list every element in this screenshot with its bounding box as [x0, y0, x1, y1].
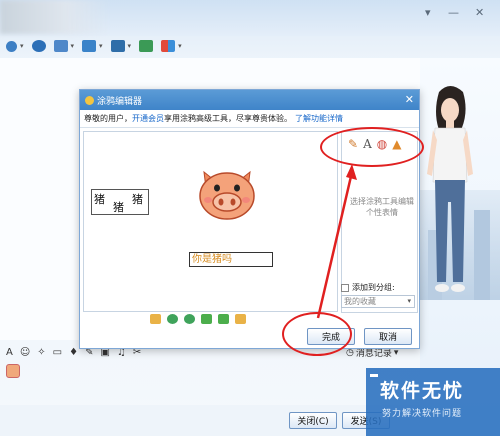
pig-emoji-in-input[interactable]: [6, 364, 20, 378]
vip-info-bar: 尊敬的用户， 开通会员 享用涂鸦高级工具，尽享尊贵体验。 了解功能详情: [80, 110, 419, 128]
clock-icon: ◷: [346, 347, 354, 358]
info-prefix: 尊敬的用户，: [84, 114, 132, 123]
tool-hint: 选择涂鸦工具编辑个性表情: [350, 197, 414, 217]
zhu-char-1: 猪: [94, 193, 105, 206]
annotation-circle-tools: [320, 127, 424, 167]
cancel-button[interactable]: 取消: [364, 328, 412, 345]
font-icon[interactable]: A: [6, 347, 13, 358]
watermark-logo: 软件无忧 努力解决软件问题: [366, 368, 500, 436]
create-group-icon[interactable]: [139, 40, 154, 52]
emoji-icon[interactable]: ☺: [20, 347, 30, 358]
chevron-down-icon[interactable]: ▾: [99, 42, 103, 50]
info-middle: 享用涂鸦高级工具，尽享尊贵体验。: [164, 114, 292, 123]
clear-icon[interactable]: [235, 314, 246, 324]
pig-face-sticker[interactable]: [196, 166, 258, 222]
blurred-contact-name: [0, 0, 110, 34]
chevron-down-icon[interactable]: ▾: [20, 42, 24, 50]
zhu-text-box[interactable]: 猪 猪 猪: [91, 189, 149, 215]
group-select-value: 我的收藏: [344, 297, 376, 306]
minimize-button[interactable]: —: [448, 6, 459, 19]
undo-icon[interactable]: [201, 314, 212, 324]
redo-icon[interactable]: [218, 314, 229, 324]
remote-desktop-icon[interactable]: [110, 40, 125, 52]
voice-icon[interactable]: ♦: [69, 347, 78, 358]
screen-share-icon[interactable]: [53, 40, 68, 52]
apps-icon[interactable]: [161, 40, 176, 52]
chevron-down-icon: ▾: [407, 297, 411, 305]
dialog-title: 涂鸦编辑器: [97, 96, 143, 107]
open-vip-link[interactable]: 开通会员: [132, 113, 164, 124]
file-transfer-icon[interactable]: [82, 40, 97, 52]
add-to-group-checkbox[interactable]: [341, 283, 349, 292]
profile-icon[interactable]: [6, 40, 17, 52]
zhu-char-2: 猪: [113, 201, 124, 214]
magic-icon[interactable]: ✧: [37, 347, 45, 358]
close-window-button[interactable]: ✕: [475, 6, 484, 19]
group-select[interactable]: 我的收藏 ▾: [341, 295, 415, 308]
zhu-char-3: 猪: [132, 193, 143, 206]
watermark-deco: [370, 374, 378, 377]
canvas-toolbar: [150, 312, 246, 326]
shake-icon[interactable]: ▭: [53, 347, 62, 358]
dialog-close-icon[interactable]: ✕: [405, 93, 414, 106]
doodle-canvas[interactable]: 猪 猪 猪 你是猪吗: [83, 131, 338, 312]
close-chat-button[interactable]: 关闭(C): [289, 412, 337, 429]
zoom-in-icon[interactable]: [167, 314, 178, 324]
chevron-down-icon[interactable]: ▾: [178, 42, 182, 50]
chevron-down-icon[interactable]: ▾: [71, 42, 75, 50]
annotation-circle-finish: [282, 312, 352, 356]
watermark-main-text: 软件无忧: [380, 380, 465, 402]
doodle-logo-icon: [85, 95, 94, 105]
more-icon[interactable]: ▾: [425, 6, 431, 19]
girl-avatar-show: [427, 86, 473, 292]
zoom-out-icon[interactable]: [184, 314, 195, 324]
add-to-group-label: 添加到分组:: [352, 283, 395, 292]
add-to-group[interactable]: 添加到分组:: [341, 282, 395, 293]
dialog-title-bar: 涂鸦编辑器: [80, 90, 419, 110]
watermark-sub-text: 努力解决软件问题: [382, 409, 463, 419]
video-call-icon[interactable]: [31, 40, 46, 52]
chevron-down-icon[interactable]: ▾: [128, 42, 132, 50]
canvas-text-box[interactable]: 你是猪吗: [189, 252, 273, 267]
open-folder-icon[interactable]: [150, 314, 161, 324]
chevron-down-icon: ▾: [393, 347, 399, 358]
chat-toolbar: ▾ ▾ ▾ ▾ ▾: [6, 40, 182, 52]
learn-more-link[interactable]: 了解功能详情: [295, 113, 343, 124]
